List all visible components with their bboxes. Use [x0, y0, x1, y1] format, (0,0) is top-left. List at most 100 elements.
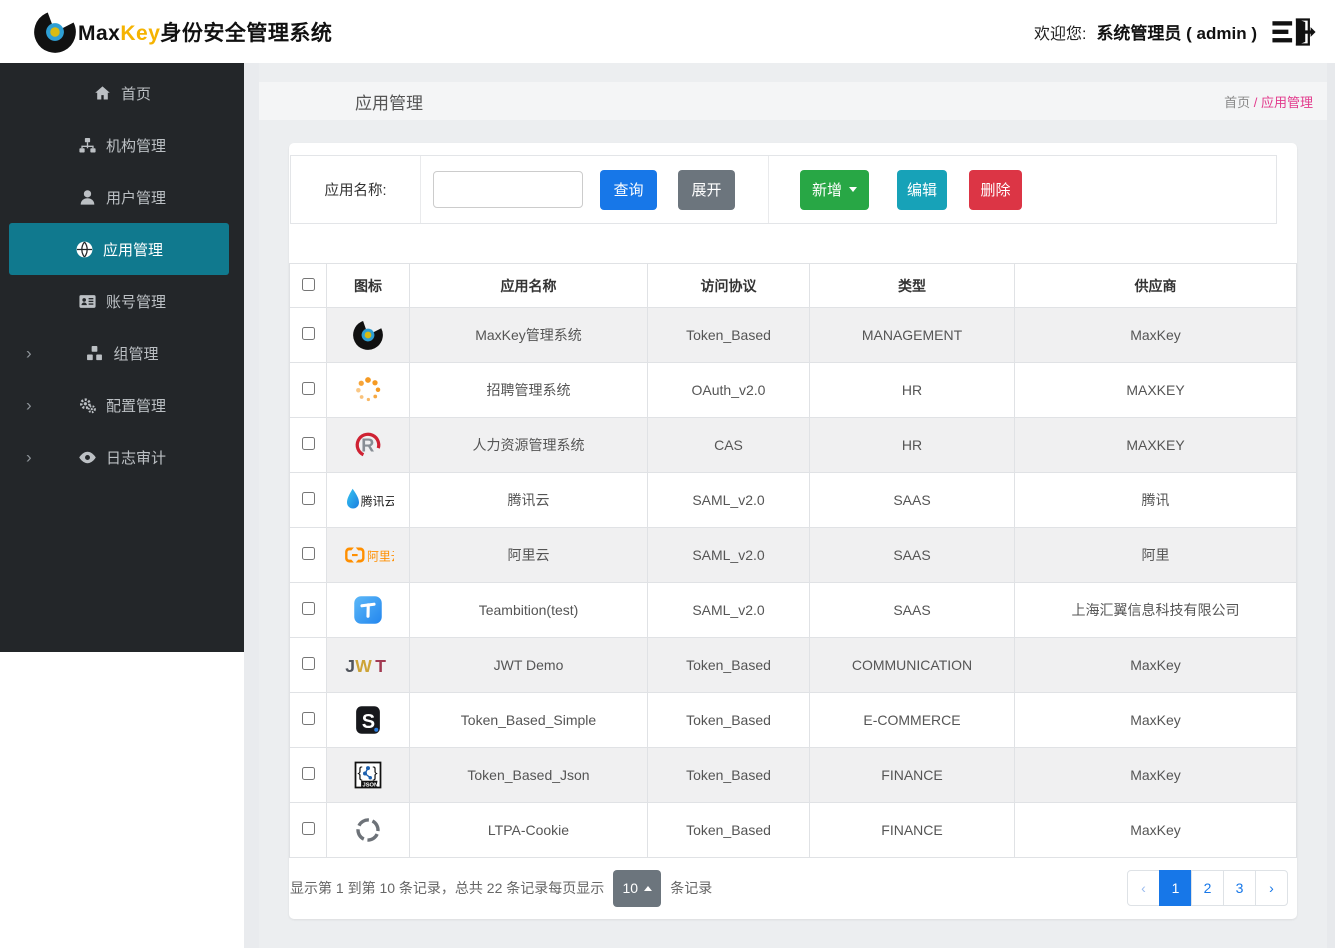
next-page-button[interactable]: › — [1255, 870, 1288, 906]
app-vendor-cell: 腾讯 — [1014, 472, 1297, 528]
svg-text:}: } — [373, 764, 378, 781]
sidebar-item-account[interactable]: 账号管理 — [0, 275, 244, 327]
query-button[interactable]: 查询 — [600, 169, 657, 210]
sidebar-item-group[interactable]: › 组管理 — [0, 327, 244, 379]
teambition-logo — [353, 593, 383, 627]
app-icon-cell: 阿里云 — [326, 527, 410, 583]
row-checkbox[interactable] — [301, 712, 315, 725]
action-buttons: 新增 编辑 删除 — [769, 156, 1023, 223]
app-type-cell: FINANCE — [809, 802, 1015, 858]
app-name-input[interactable] — [433, 171, 583, 208]
sidebar-item-label: 用户管理 — [105, 189, 166, 207]
app-protocol-cell: Token_Based — [647, 637, 810, 693]
aliyun-logo: 阿里云 — [342, 538, 394, 572]
current-user: 系统管理员 ( admin ) — [1096, 24, 1257, 43]
row-checkbox[interactable] — [301, 327, 315, 340]
page-button-2[interactable]: 2 — [1191, 870, 1224, 906]
expand-button[interactable]: 展开 — [678, 169, 735, 210]
sidebar-item-label: 配置管理 — [105, 397, 166, 415]
table-row[interactable]: {} JSON Token_Based_Json Token_Based FINANCE… — [289, 747, 1297, 803]
page-list: ‹ 1 2 3 › — [1127, 870, 1288, 906]
row-checkbox[interactable] — [301, 602, 315, 615]
table-row[interactable]: LTPA-Cookie Token_Based FINANCE MaxKey — [289, 802, 1297, 858]
delete-button[interactable]: 删除 — [969, 169, 1023, 210]
row-checkbox[interactable] — [301, 657, 315, 670]
app-vendor-cell: MAXKEY — [1014, 417, 1297, 473]
logout-door-icon[interactable] — [1271, 17, 1317, 47]
app-type-cell: SAAS — [809, 472, 1015, 528]
page-button-3[interactable]: 3 — [1223, 870, 1256, 906]
table-row[interactable]: S Token_Based_Simple Token_Based E-COMMERCE… — [289, 692, 1297, 748]
prev-page-button[interactable]: ‹ — [1127, 870, 1160, 906]
table-row[interactable]: Teambition(test) SAML_v2.0 SAAS 上海汇翼信息科技有限公… — [289, 582, 1297, 638]
brand-key: Key — [120, 21, 161, 45]
page-button-1[interactable]: 1 — [1159, 870, 1192, 906]
sidebar-item-config[interactable]: › 配置管理 — [0, 379, 244, 431]
maxkey-logo — [353, 318, 383, 352]
maxkey-logo-icon — [34, 10, 76, 53]
sidebar-item-home[interactable]: 首页 — [0, 67, 244, 119]
table-row[interactable]: 招聘管理系统 OAuth_v2.0 HR MAXKEY — [289, 362, 1297, 418]
search-toolbar: 应用名称: 查询 展开 新增 编辑 删除 — [290, 155, 1277, 224]
select-all-checkbox[interactable] — [301, 277, 315, 291]
row-select-cell — [289, 307, 327, 363]
row-select-cell — [289, 747, 327, 803]
column-header-protocol: 访问协议 — [647, 263, 810, 308]
app-name-cell: Teambition(test) — [409, 582, 648, 638]
app-type-cell: HR — [809, 417, 1015, 473]
app-protocol-cell: CAS — [647, 417, 810, 473]
row-checkbox[interactable] — [301, 382, 315, 395]
app-type-cell: COMMUNICATION — [809, 637, 1015, 693]
app-name-cell: Token_Based_Json — [409, 747, 648, 803]
sidebar-item-audit[interactable]: › 日志审计 — [0, 431, 244, 483]
row-checkbox[interactable] — [301, 547, 315, 560]
app-name-cell: 人力资源管理系统 — [409, 417, 648, 473]
table-row[interactable]: J W T JWT Demo Token_Based COMMUNICATION MaxKe… — [289, 637, 1297, 693]
row-checkbox[interactable] — [301, 822, 315, 835]
app-icon-cell — [326, 362, 410, 418]
search-controls: 查询 展开 — [421, 156, 769, 223]
page-scrollbar[interactable] — [1327, 63, 1335, 948]
table-row[interactable]: R 人力资源管理系统 CAS HR MAXKEY — [289, 417, 1297, 473]
sidebar-item-org[interactable]: 机构管理 — [0, 119, 244, 171]
row-checkbox[interactable] — [301, 492, 315, 505]
table-header-row: 图标 应用名称 访问协议 类型 供应商 — [289, 263, 1297, 308]
per-page-dropdown[interactable]: 10 — [613, 869, 662, 907]
brand-title: MaxKey身份安全管理系统 — [78, 17, 332, 47]
table-row[interactable]: 腾讯云 腾讯云 SAML_v2.0 SAAS 腾讯 — [289, 472, 1297, 528]
svg-text:S: S — [362, 710, 375, 732]
sitemap-icon — [78, 136, 97, 155]
app-name-cell: Token_Based_Simple — [409, 692, 648, 748]
table-row[interactable]: 阿里云阿里云SAML_v2.0SAAS阿里 — [289, 527, 1297, 583]
add-button-label: 新增 — [812, 182, 843, 199]
sidebar-item-app[interactable]: 应用管理 — [9, 223, 229, 275]
row-select-cell — [289, 637, 327, 693]
sidebar-menu: 首页机构管理用户管理应用管理账号管理 › 组管理 › 配置管理 › 日志审计 — [0, 63, 244, 652]
add-button[interactable]: 新增 — [800, 169, 870, 210]
sidebar-item-label: 账号管理 — [105, 293, 166, 311]
app-vendor-cell: MaxKey — [1014, 692, 1297, 748]
sidebar-item-label: 机构管理 — [105, 137, 166, 155]
brand-max: Max — [78, 21, 121, 45]
column-header-icon: 图标 — [326, 263, 410, 308]
app-type-cell: MANAGEMENT — [809, 307, 1015, 363]
table-body: MaxKey管理系统 Token_Based MANAGEMENT MaxKey 招聘管… — [289, 307, 1297, 858]
app-protocol-cell: Token_Based — [647, 802, 810, 858]
pagination-bar: 显示第 1 到第 10 条记录，总共 22 条记录 每页显示 10 条记录 ‹ 1… — [290, 868, 1296, 908]
row-checkbox[interactable] — [301, 767, 315, 780]
app-icon-cell: S — [326, 692, 410, 748]
edit-button[interactable]: 编辑 — [897, 169, 948, 210]
app-protocol-cell: Token_Based — [647, 747, 810, 803]
breadcrumb-home-link[interactable]: 首页 — [1224, 95, 1250, 110]
row-checkbox[interactable] — [301, 437, 315, 450]
app-icon-cell — [326, 582, 410, 638]
page-titlebar: 应用管理 首页 / 应用管理 — [259, 82, 1327, 120]
sidebar-item-user[interactable]: 用户管理 — [0, 171, 244, 223]
svg-text:腾讯云: 腾讯云 — [361, 494, 395, 508]
per-page-label: 每页显示 — [548, 880, 605, 896]
tencent-cloud-logo: 腾讯云 — [342, 483, 395, 517]
sidebar-item-label: 日志审计 — [105, 449, 166, 467]
table-row[interactable]: MaxKey管理系统 Token_Based MANAGEMENT MaxKey — [289, 307, 1297, 363]
app-protocol-cell: Token_Based — [647, 692, 810, 748]
eye-icon — [78, 448, 97, 467]
